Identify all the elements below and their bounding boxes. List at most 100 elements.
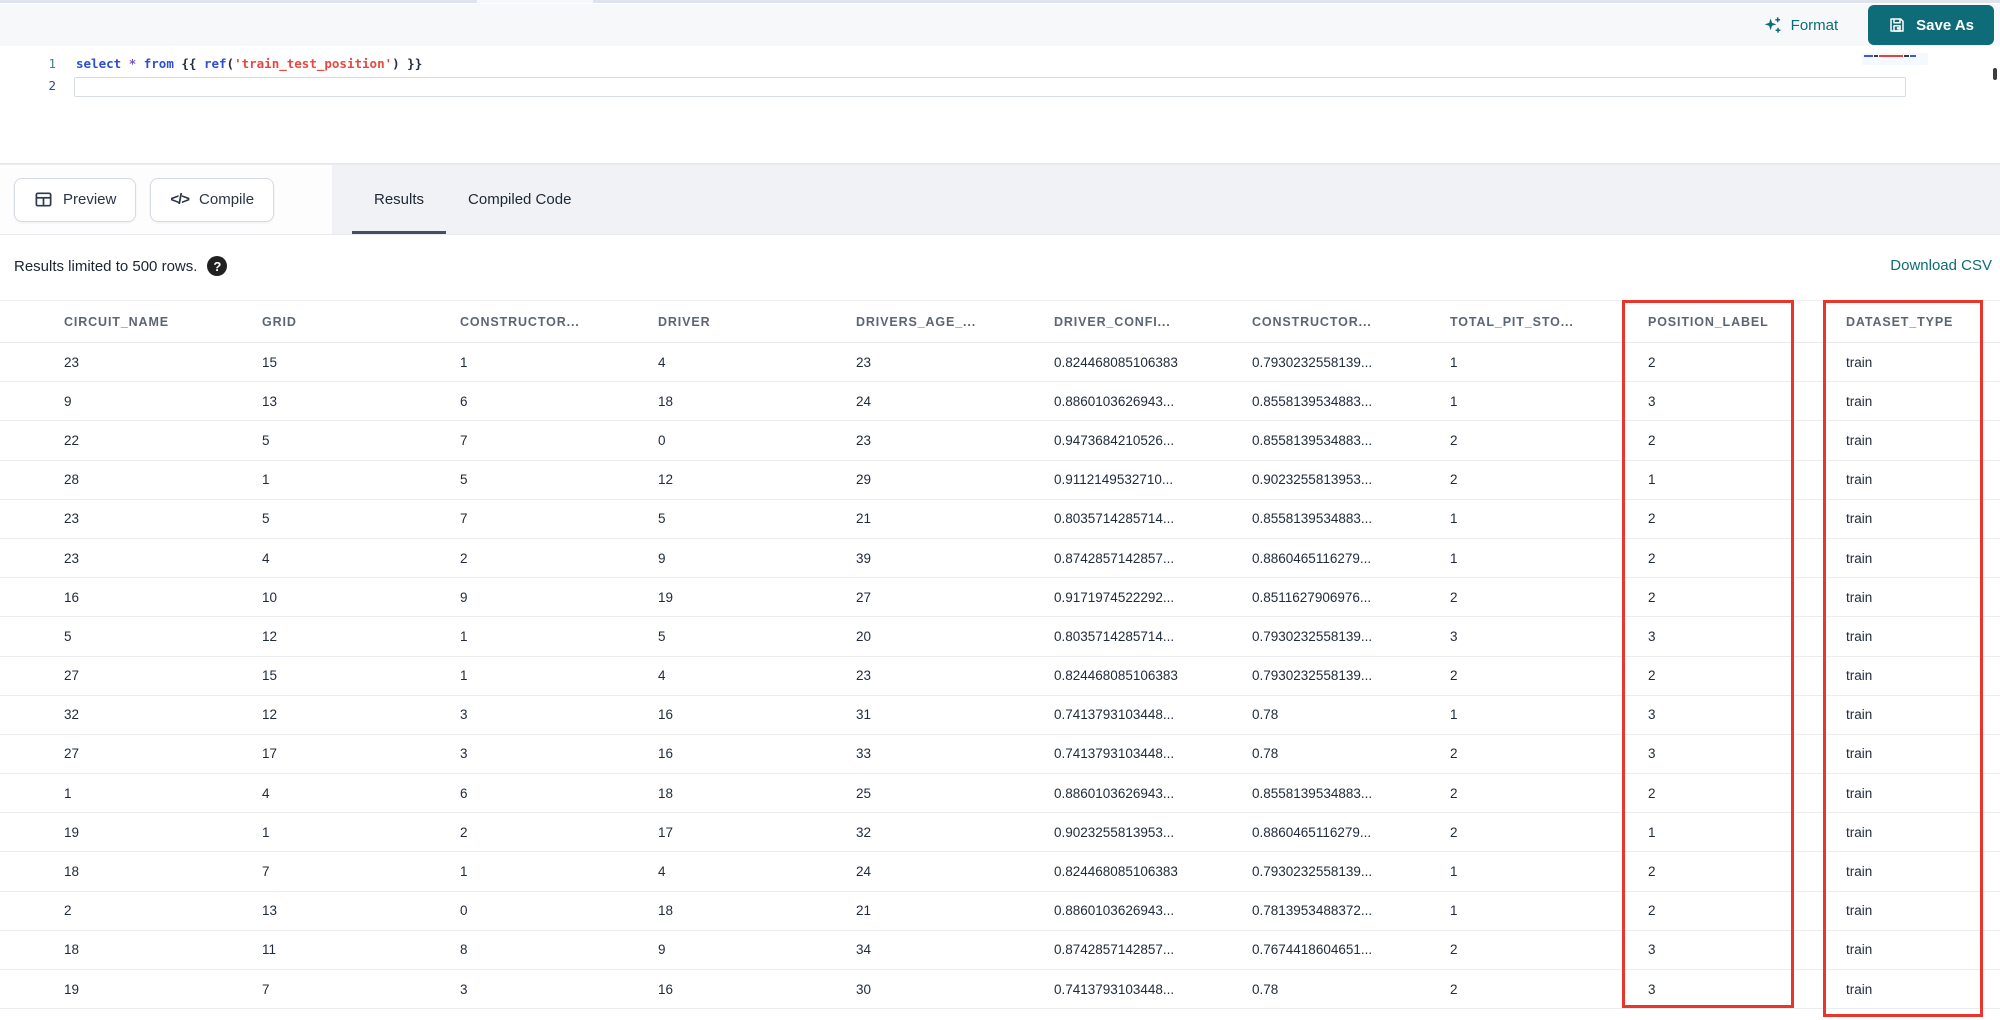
table-cell: 23 [64,511,80,527]
tab-results[interactable]: Results [352,165,447,234]
table-cell: 2 [1648,589,1656,605]
table-cell: 17 [262,746,278,762]
table-cell: 0.8035714285714... [1054,511,1175,527]
table-cell: 3 [460,746,468,762]
column-header: DATASET_TYPE [1846,314,1954,329]
table-cell: 2 [1450,981,1458,997]
code-editor[interactable]: 1 2 select * from {{ ref('train_test_pos… [0,46,2000,164]
tab-compiled-code[interactable]: Compiled Code [446,165,593,234]
table-cell: 0.7413793103448... [1054,981,1175,997]
code-token-function: ref [203,56,227,71]
table-cell: 0.8035714285714... [1054,628,1175,644]
table-cell: train [1846,785,1873,801]
table-cell: 0.8558139534883... [1252,511,1373,527]
table-cell: 0.9023255813953... [1252,472,1373,488]
file-tab-right[interactable] [593,0,2000,3]
table-cell: 5 [262,432,270,448]
table-cell: 18 [64,864,80,880]
table-cell: 0.8558139534883... [1252,432,1373,448]
compile-label: Compile [199,191,255,208]
table-cell: 9 [460,589,468,605]
table-cell: train [1846,589,1873,605]
table-cell: train [1846,550,1873,566]
table-cell: 34 [856,942,872,958]
preview-label: Preview [63,191,117,208]
table-cell: 0.824468085106383 [1054,864,1178,880]
table-cell: 0.78 [1252,707,1279,723]
editor-minimap[interactable] [1862,53,1928,65]
table-cell: train [1846,472,1873,488]
code-line-1[interactable]: select * from {{ ref('train_test_positio… [76,56,422,71]
table-cell: 2 [1450,432,1458,448]
table-cell: 23 [64,354,80,370]
table-cell: 0.9023255813953... [1054,824,1175,840]
table-cell: train [1846,981,1873,997]
help-icon[interactable]: ? [207,256,228,276]
file-tab-active[interactable] [477,0,593,3]
table-row: 1 4 6 18 25 0.8860103626943... 0.8558139534883… [0,774,2000,814]
table-cell: 21 [856,511,872,527]
table-cell: 0.8742857142857... [1054,550,1175,566]
table-cell: 7 [460,432,468,448]
line-number-2: 2 [48,78,56,93]
results-tabs: Results Compiled Code [352,165,593,234]
table-cell: 3 [460,981,468,997]
table-cell: train [1846,864,1873,880]
table-cell: 1 [460,354,468,370]
editor-toolbar: Format Save As [0,4,2000,46]
table-cell: 5 [658,628,666,644]
table-cell: 12 [262,628,278,644]
table-cell: 23 [64,550,80,566]
table-row: 16 10 9 19 27 0.9171974522292... 0.85116279069… [0,578,2000,618]
table-cell: 13 [262,393,278,409]
save-as-button[interactable]: Save As [1868,5,1994,45]
table-cell: 17 [658,824,674,840]
table-cell: 2 [1450,942,1458,958]
editor-scrollbar-thumb[interactable] [1993,68,1997,80]
table-cell: 0.7674418604651... [1252,942,1373,958]
table-cell: 18 [64,942,80,958]
table-cell: 24 [856,393,872,409]
table-cell: 0.8511627906976... [1252,589,1372,605]
table-cell: 2 [1450,472,1458,488]
download-csv-link[interactable]: Download CSV [1890,257,1992,274]
table-row: 23 5 7 5 21 0.8035714285714... 0.8558139534883… [0,500,2000,539]
minimap-mark [1910,55,1916,57]
table-cell: 0.8860103626943... [1054,393,1175,409]
column-header: TOTAL_PIT_STO... [1450,314,1574,329]
table-cell: 29 [856,472,872,488]
table-cell: 0.8860103626943... [1054,903,1175,919]
table-cell: 21 [856,903,872,919]
table-cell: 2 [460,824,468,840]
table-cell: 9 [64,393,72,409]
table-cell: 23 [856,432,872,448]
preview-button[interactable]: Preview [14,177,137,222]
table-cell: 23 [856,668,872,684]
file-tab-left[interactable] [0,0,477,3]
code-token-plain: ( [226,56,235,71]
table-cell: 6 [460,785,468,801]
table-cell: 0.8860465116279... [1252,550,1372,566]
table-cell: 18 [658,785,674,801]
code-token-keyword: from [143,56,174,71]
table-cell: 32 [64,707,80,723]
active-line-highlight[interactable] [74,77,1906,97]
table-row: 23 15 1 4 23 0.824468085106383 0.7930232558139… [0,343,2000,383]
table-cell: 20 [856,628,872,644]
table-cell: 2 [1648,432,1656,448]
format-button[interactable]: Format [1763,16,1838,35]
table-cell: 0.9171974522292... [1054,589,1175,605]
table-cell: 5 [658,511,666,527]
table-cell: 0.78 [1252,746,1279,762]
table-cell: 7 [262,864,270,880]
column-header: POSITION_LABEL [1648,314,1769,329]
table-cell: 32 [856,824,872,840]
table-cell: 0.8558139534883... [1252,393,1373,409]
table-cell: 0 [460,903,468,919]
table-row: 19 1 2 17 32 0.9023255813953... 0.886046511627… [0,813,2000,853]
table-cell: 6 [460,393,468,409]
table-row: 23 4 2 9 39 0.8742857142857... 0.8860465116279… [0,539,2000,579]
compile-button[interactable]: </> Compile [150,177,275,222]
table-cell: 2 [1450,746,1458,762]
table-cell: 4 [262,550,270,566]
